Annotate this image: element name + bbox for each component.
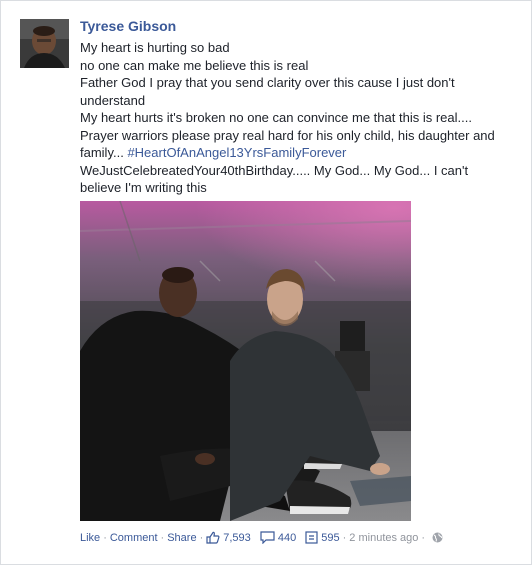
like-button[interactable]: Like <box>80 532 100 544</box>
separator-dot: · <box>160 531 165 544</box>
comment-bubble-icon <box>260 531 275 544</box>
message-line: WeJustCelebreatedYour40thBirthday..... M… <box>80 162 469 178</box>
comment-button[interactable]: Comment <box>110 532 158 544</box>
message-line: Prayer warriors please pray real hard fo… <box>80 127 495 143</box>
likes-count[interactable]: 7,593 <box>206 531 251 544</box>
separator-dot: · <box>103 531 107 544</box>
post-message: My heart is hurting so bad no one can ma… <box>80 39 512 197</box>
likes-count-value: 7,593 <box>223 531 251 544</box>
message-line: believe I'm writing this <box>80 180 207 195</box>
avatar-image <box>20 19 69 68</box>
message-text: family... <box>80 145 128 160</box>
post-card: Tyrese Gibson My heart is hurting so bad… <box>0 0 532 565</box>
message-line-with-hashtag: family... #HeartOfAnAngel13YrsFamilyFore… <box>80 144 512 162</box>
message-line: Father God I pray that you send clarity … <box>80 75 455 90</box>
post-actions-bar: Like · Comment · Share · 7,593 440 595 ·… <box>80 531 443 544</box>
thumbs-up-icon <box>206 531 220 544</box>
photo-image <box>80 201 411 521</box>
shares-count-value: 595 <box>321 531 340 544</box>
post-photo[interactable] <box>80 201 411 521</box>
separator-dot: · <box>342 531 347 544</box>
author-name-link[interactable]: Tyrese Gibson <box>80 18 176 34</box>
author-avatar[interactable] <box>20 19 69 68</box>
hashtag-link[interactable]: #HeartOfAnAngel13YrsFamilyForever <box>127 145 346 160</box>
message-line: My heart hurts it's broken no one can co… <box>80 110 472 125</box>
message-line: My heart is hurting so bad <box>80 40 230 55</box>
globe-icon[interactable] <box>432 532 443 543</box>
shares-count[interactable]: 595 <box>305 531 340 544</box>
comments-count-value: 440 <box>277 531 297 544</box>
message-line: no one can make me believe this is real <box>80 57 309 73</box>
separator-dot: · <box>421 531 426 544</box>
post-timestamp[interactable]: 2 minutes ago <box>349 532 418 544</box>
share-icon <box>305 531 318 544</box>
separator-dot: · <box>199 531 204 544</box>
share-button[interactable]: Share <box>167 532 196 544</box>
comments-count[interactable]: 440 <box>260 531 296 544</box>
message-line: understand <box>80 92 146 108</box>
